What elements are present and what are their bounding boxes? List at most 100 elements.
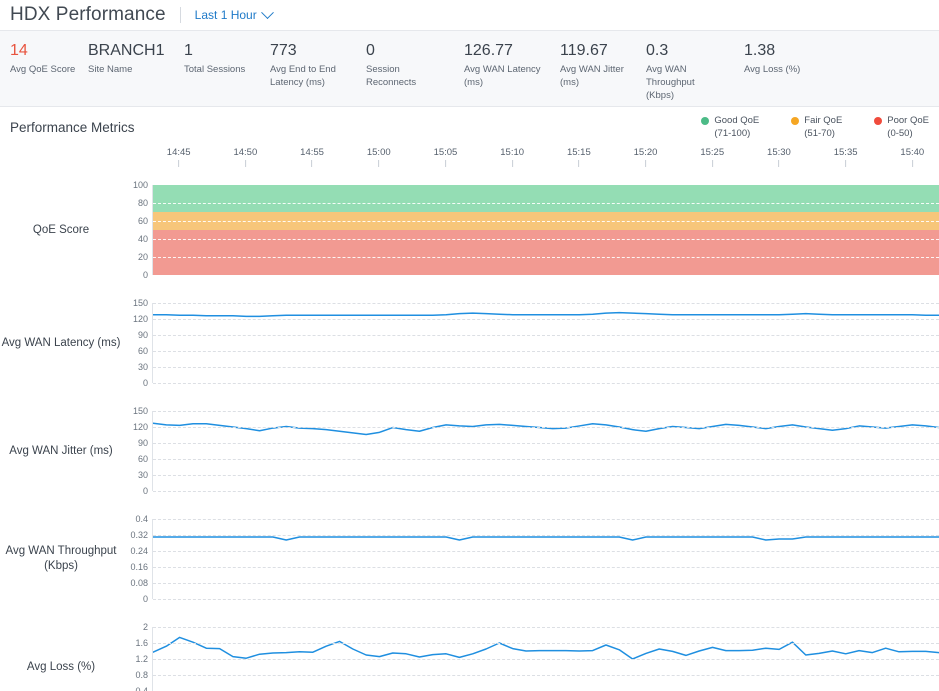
kpi-9: 1.38 Avg Loss (%) [744,41,834,76]
tick-mark [845,160,847,167]
gridline [153,383,939,384]
y-tick-label: 90 [137,438,148,448]
chart-plot-area[interactable] [152,185,939,275]
kpi-label: Avg WAN Latency (ms) [464,64,541,88]
kpi-label: Site Name [88,64,133,75]
time-tick: 15:35 [834,147,858,167]
chart-svg [153,519,939,599]
chart-row-avg-loss: Avg Loss (%)00.40.81.21.62 [0,622,939,691]
time-tick-label: 15:30 [767,147,791,158]
time-tick: 15:25 [700,147,724,167]
y-tick-label: 120 [132,314,148,324]
y-tick-label: 30 [137,362,148,372]
tick-mark [778,160,780,167]
time-tick-label: 15:05 [433,147,458,158]
kpi-label: Avg WAN Throughput (Kbps) [646,64,695,101]
time-tick-label: 15:20 [633,147,658,158]
y-axis: 0 0.08 0.16 0.24 0.32 0.4 [122,514,152,604]
y-tick-label: 0.32 [130,530,148,540]
section-title: Performance Metrics [10,119,135,135]
tick-mark [711,160,713,167]
y-axis: 00.40.81.21.62 [122,622,152,691]
gridline [153,367,939,368]
y-tick-label: 0.4 [135,686,148,691]
series-line [153,313,939,317]
y-tick-label: 150 [132,406,148,416]
tick-mark [444,160,446,167]
y-tick-label: 0 [142,378,148,388]
tick-mark [511,160,513,167]
chart-axis-title: Avg WAN Jitter (ms) [0,411,122,491]
chart-plot-area[interactable] [152,411,939,492]
chart-plot-area[interactable] [152,519,939,600]
gridline [153,491,939,492]
gridline [153,351,939,352]
gridline [153,551,939,552]
gridline [153,519,939,520]
chevron-down-icon [260,5,274,19]
y-tick-label: 2 [142,622,148,632]
chart-row-avg-wan-jitter-ms: Avg WAN Jitter (ms) 0 30 60 90 120 150 [0,406,939,496]
chart-svg [153,411,939,491]
kpi-3: 1 Total Sessions [184,41,270,76]
chart-plot-area[interactable] [152,303,939,384]
chart-axis-title-text: Avg Loss (%) [26,660,96,673]
gridline [153,643,939,644]
legend-item-fair-qoe: Fair QoE (51-70) [791,115,842,139]
tick-mark [311,160,313,167]
time-tick-label: 15:15 [566,147,591,158]
time-tick-label: 14:50 [233,147,258,158]
time-tick-label: 15:25 [700,147,725,158]
time-tick-label: 15:40 [900,147,925,158]
chart-svg [153,303,939,383]
kpi-value: 1 [184,42,193,59]
kpi-label: Session Reconnects [366,64,417,88]
chart-axis-title: Avg WAN Latency (ms) [0,303,122,383]
gridline [153,659,939,660]
qoe-band-good-qoe [153,185,939,212]
gridline [153,443,939,444]
y-tick-label: 60 [137,216,148,226]
legend-item-good-qoe: Good QoE (71-100) [701,115,759,139]
tick-mark [378,160,380,167]
y-tick-label: 0 [142,270,148,280]
time-range-picker[interactable]: Last 1 Hour [195,5,274,22]
kpi-4: 773 Avg End to End Latency (ms) [270,41,366,89]
kpi-5: 0 Session Reconnects [366,41,464,89]
y-tick-label: 1.2 [135,654,148,664]
legend-dot-icon [874,116,883,125]
gridline [153,411,939,412]
y-tick-label: 120 [132,422,148,432]
time-tick: 14:50 [233,147,257,167]
time-tick: 15:15 [567,147,591,167]
legend-dot-icon [791,116,800,125]
y-tick-label: 150 [132,298,148,308]
gridline [153,599,939,600]
series-line [153,423,939,434]
gridline [153,567,939,568]
gridline [153,303,939,304]
tick-mark [578,160,580,167]
time-tick: 15:40 [900,147,924,167]
kpi-summary-bar: 14 Avg QoE Score BRANCH1 Site Name 1 Total Se… [0,31,939,107]
kpi-label: Avg End to End Latency (ms) [270,64,336,88]
title-divider [179,7,181,23]
time-tick: 15:30 [767,147,791,167]
chart-axis-title: Avg WAN Throughput (Kbps) [0,519,122,599]
chart-axis-title-text: Avg WAN Throughput (Kbps) [5,545,117,572]
gridline [153,221,939,222]
chart-plot-area[interactable] [152,627,939,691]
gridline [153,335,939,336]
legend-range: (71-100) [714,128,751,139]
kpi-value: 119.67 [560,42,608,59]
gridline [153,627,939,628]
kpi-label: Avg QoE Score [10,64,76,75]
y-tick-label: 0.24 [130,546,148,556]
chart-axis-title-text: Avg WAN Latency (ms) [1,336,121,349]
charts-container: QoE Score 0 20 40 60 80 100 Avg WAN Latency (ms… [0,180,939,691]
y-tick-label: 0.4 [135,514,148,524]
time-tick: 14:55 [300,147,324,167]
y-tick-label: 1.6 [135,638,148,648]
y-axis: 0 30 60 90 120 150 [122,298,152,388]
chart-axis-title: QoE Score [0,185,122,275]
